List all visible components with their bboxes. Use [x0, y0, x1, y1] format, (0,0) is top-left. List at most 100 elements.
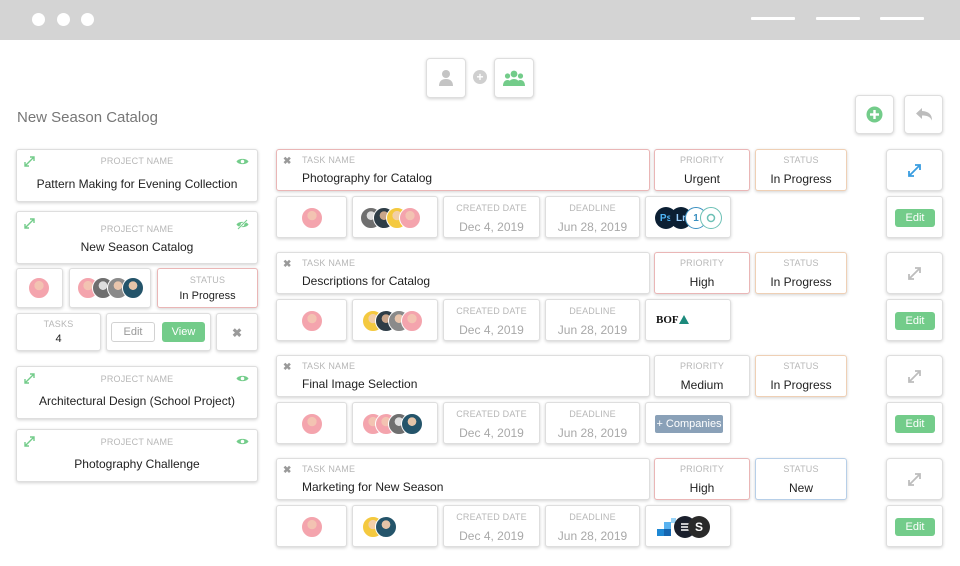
task-name-label: TASK NAME — [302, 361, 356, 371]
edit-task-button[interactable]: Edit — [895, 312, 935, 330]
priority-card[interactable]: PRIORITY Medium — [654, 355, 750, 397]
tasks-count-card: TASKS 4 — [16, 313, 101, 351]
priority-card[interactable]: PRIORITY High — [654, 252, 750, 294]
close-icon[interactable]: ✖ — [232, 326, 242, 340]
avatar[interactable] — [401, 413, 423, 435]
tasks-count: 4 — [55, 333, 62, 345]
menu-dash-3[interactable] — [880, 17, 924, 20]
deadline-label: DEADLINE — [569, 306, 616, 316]
companies-card: Ps Lr 1 — [645, 196, 731, 238]
deadline-card: DEADLINE Jun 28, 2019 — [545, 402, 640, 444]
avatar[interactable] — [401, 310, 423, 332]
team-view-button[interactable] — [494, 58, 534, 98]
priority-card[interactable]: PRIORITY High — [654, 458, 750, 500]
back-button[interactable] — [904, 95, 943, 134]
deadline-label: DEADLINE — [569, 409, 616, 419]
deadline-card: DEADLINE Jun 28, 2019 — [545, 196, 640, 238]
bof-logo[interactable]: BOF — [656, 314, 689, 326]
window-dot-maximize[interactable] — [81, 13, 94, 26]
expand-task-button[interactable] — [886, 252, 943, 294]
task-name-card[interactable]: ✖ TASK NAME Descriptions for Catalog — [276, 252, 650, 294]
project-actions-card: Edit View — [106, 313, 211, 351]
project-card[interactable]: PROJECT NAME Pattern Making for Evening … — [16, 149, 258, 202]
window-dot-close[interactable] — [32, 13, 45, 26]
single-user-view-button[interactable] — [426, 58, 466, 98]
status-value: In Progress — [770, 378, 832, 392]
expand-task-button[interactable] — [886, 355, 943, 397]
project-members-card — [69, 268, 151, 308]
edit-task-card: Edit — [886, 299, 943, 341]
status-card[interactable]: STATUS New — [755, 458, 847, 500]
edit-task-button[interactable]: Edit — [895, 209, 935, 227]
close-icon[interactable]: ✖ — [283, 465, 291, 476]
avatar[interactable] — [399, 207, 421, 229]
priority-label: PRIORITY — [679, 155, 725, 165]
priority-value: High — [689, 481, 715, 495]
project-status-card[interactable]: STATUS In Progress — [157, 268, 258, 308]
created-date-label: CREATED DATE — [456, 512, 527, 522]
add-companies-button[interactable]: + Companies — [655, 415, 723, 433]
close-icon[interactable]: ✖ — [283, 362, 291, 373]
avatar[interactable] — [301, 310, 323, 332]
s-logo[interactable]: S — [688, 516, 710, 538]
status-label: STATUS — [783, 464, 819, 474]
avatar[interactable] — [28, 277, 50, 299]
edit-task-button[interactable]: Edit — [895, 415, 935, 433]
expand-task-button[interactable] — [886, 458, 943, 500]
expand-icon — [908, 163, 921, 177]
status-card[interactable]: STATUS In Progress — [755, 149, 847, 191]
avatar[interactable] — [301, 207, 323, 229]
created-date: Dec 4, 2019 — [459, 529, 524, 543]
company-circle-logo[interactable] — [700, 207, 722, 229]
view-project-button[interactable]: View — [162, 322, 205, 342]
status-value: In Progress — [770, 275, 832, 289]
add-button[interactable] — [855, 95, 894, 134]
status-label: STATUS — [189, 275, 226, 285]
deadline-date: Jun 28, 2019 — [557, 220, 628, 234]
task-name-card[interactable]: ✖ TASK NAME Marketing for New Season — [276, 458, 650, 500]
users-icon — [503, 70, 525, 86]
edit-task-button[interactable]: Edit — [895, 518, 935, 536]
companies-card: BOF — [645, 299, 731, 341]
task-name: Descriptions for Catalog — [302, 274, 431, 288]
close-icon[interactable]: ✖ — [283, 259, 291, 270]
menu-dash-1[interactable] — [751, 17, 795, 20]
task-name-label: TASK NAME — [302, 464, 356, 474]
project-card[interactable]: PROJECT NAME Photography Challenge — [16, 429, 258, 482]
avatar[interactable] — [375, 516, 397, 538]
page-title: New Season Catalog — [17, 109, 158, 126]
reply-arrow-icon — [915, 108, 932, 121]
expand-task-button[interactable] — [886, 149, 943, 191]
priority-value: High — [689, 275, 715, 289]
task-members-card — [352, 299, 438, 341]
deadline-card: DEADLINE Jun 28, 2019 — [545, 299, 640, 341]
created-date-label: CREATED DATE — [456, 203, 527, 213]
avatar[interactable] — [301, 516, 323, 538]
edit-project-button[interactable]: Edit — [111, 322, 155, 342]
window-dot-minimize[interactable] — [57, 13, 70, 26]
project-card-selected[interactable]: PROJECT NAME New Season Catalog — [16, 211, 258, 264]
created-date-label: CREATED DATE — [456, 409, 527, 419]
project-card[interactable]: PROJECT NAME Architectural Design (Schoo… — [16, 366, 258, 419]
task-name-card[interactable]: ✖ TASK NAME Photography for Catalog — [276, 149, 650, 191]
avatar[interactable] — [122, 277, 144, 299]
deadline-date: Jun 28, 2019 — [557, 529, 628, 543]
status-value: In Progress — [179, 290, 236, 302]
task-owner-card — [276, 299, 347, 341]
edit-task-card: Edit — [886, 196, 943, 238]
project-name: Architectural Design (School Project) — [38, 394, 236, 408]
priority-card[interactable]: PRIORITY Urgent — [654, 149, 750, 191]
task-members-card — [352, 505, 438, 547]
priority-label: PRIORITY — [679, 258, 725, 268]
priority-value: Urgent — [683, 172, 721, 186]
menu-dash-2[interactable] — [816, 17, 860, 20]
deadline-date: Jun 28, 2019 — [557, 323, 628, 337]
task-name-card[interactable]: ✖ TASK NAME Final Image Selection — [276, 355, 650, 397]
project-name-label: PROJECT NAME — [100, 437, 174, 447]
avatar[interactable] — [301, 413, 323, 435]
project-name: Photography Challenge — [74, 457, 200, 471]
status-card[interactable]: STATUS In Progress — [755, 355, 847, 397]
close-project-card[interactable]: ✖ — [216, 313, 258, 351]
status-card[interactable]: STATUS In Progress — [755, 252, 847, 294]
close-icon[interactable]: ✖ — [283, 156, 291, 167]
